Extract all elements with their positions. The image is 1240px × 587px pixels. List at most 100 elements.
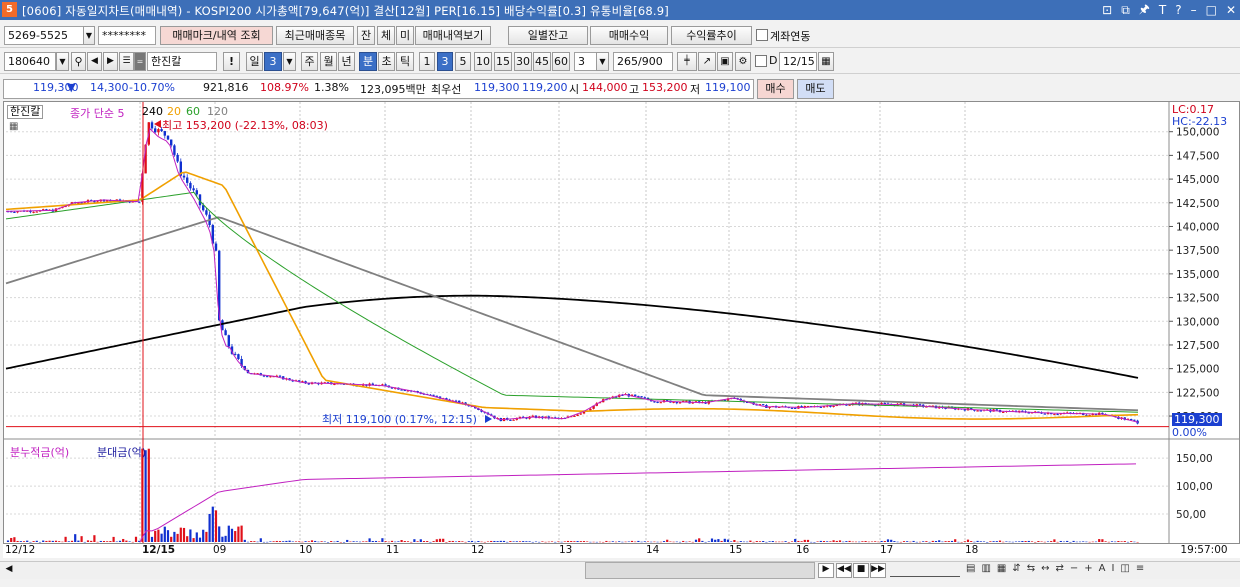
pin-icon[interactable]: 🖈 bbox=[1139, 0, 1150, 21]
stock-code-input[interactable]: 180640 bbox=[4, 52, 56, 71]
volume-bar bbox=[458, 541, 461, 542]
zoom-slider[interactable] bbox=[890, 564, 960, 577]
settings-icon[interactable]: ⚙ bbox=[735, 52, 751, 71]
volume-bar bbox=[848, 540, 851, 542]
minute-1-button[interactable]: 1 bbox=[419, 52, 435, 71]
date-field[interactable]: 12/15 bbox=[779, 52, 817, 71]
volume-bar bbox=[102, 540, 106, 542]
calendar-icon[interactable]: ▦ bbox=[818, 52, 834, 71]
candle-body bbox=[1133, 419, 1136, 421]
volume-bar bbox=[845, 541, 848, 542]
candle-body bbox=[400, 389, 403, 391]
account-link-checkbox[interactable] bbox=[756, 29, 768, 41]
chart-scrollbar[interactable]: ◀ ▶ ◀◀ ■ ▶▶ ▤▥▦⇵⇆↔⇄−+AⅠ◫≡ bbox=[0, 561, 1240, 579]
period-dropdown-icon[interactable]: ▼ bbox=[283, 52, 296, 71]
period-day-button[interactable]: 일 bbox=[246, 52, 263, 71]
minute-15-button[interactable]: 15 bbox=[494, 52, 512, 71]
minute-dropdown-icon[interactable]: ▼ bbox=[596, 52, 609, 71]
volume-bar bbox=[976, 540, 979, 542]
date-checkbox[interactable] bbox=[755, 55, 767, 67]
close-icon[interactable]: ✕ bbox=[1226, 3, 1236, 17]
volume-bar bbox=[550, 541, 554, 542]
chart-panel[interactable]: 120,000122,500125,000127,500130,000132,5… bbox=[3, 101, 1240, 545]
volume-bar bbox=[86, 540, 90, 542]
volume-bar bbox=[954, 539, 957, 542]
search-icon[interactable]: ⚲ bbox=[71, 52, 86, 71]
minute-5-button[interactable]: 5 bbox=[455, 52, 471, 71]
minimize-icon[interactable]: – bbox=[1191, 3, 1197, 17]
date-tick-label: 15 bbox=[729, 544, 743, 556]
date-tick-label: 16 bbox=[796, 544, 810, 556]
grid-icon[interactable]: ▦ bbox=[9, 121, 18, 132]
volume-bar bbox=[688, 541, 691, 542]
volume-bar bbox=[374, 540, 378, 542]
return-trend-button[interactable]: 수익률추이 bbox=[671, 26, 752, 45]
help-icon[interactable]: ? bbox=[1175, 3, 1181, 17]
trade-history-button[interactable]: 매매내역보기 bbox=[415, 26, 491, 45]
save-icon[interactable]: ▣ bbox=[717, 52, 733, 71]
period-minute-button[interactable]: 분 bbox=[359, 52, 377, 71]
volume-bar bbox=[861, 541, 864, 542]
date-tick-label: 09 bbox=[213, 544, 227, 556]
volume-bar bbox=[557, 541, 560, 542]
scroll-left-icon[interactable]: ◀ bbox=[2, 564, 16, 578]
trade-profit-button[interactable]: 매매수익 bbox=[590, 26, 668, 45]
bar-count-field[interactable]: 265/900 bbox=[613, 52, 673, 71]
period-tick-button[interactable]: 틱 bbox=[396, 52, 414, 71]
candle-type-icon[interactable]: ╪ bbox=[677, 52, 697, 71]
volume-bar bbox=[995, 541, 998, 542]
account-select[interactable]: 5269-5525 bbox=[4, 26, 94, 45]
volume-bar bbox=[874, 541, 877, 542]
prev-stock-icon[interactable]: ◀ bbox=[87, 52, 102, 71]
candle-body bbox=[176, 154, 179, 162]
minute-3-button[interactable]: 3 bbox=[437, 52, 453, 71]
market-icon[interactable]: = bbox=[134, 52, 146, 71]
unfilled-button[interactable]: 미 bbox=[396, 26, 414, 45]
code-dropdown-icon[interactable]: ▼ bbox=[56, 52, 69, 71]
maximize-icon[interactable]: □ bbox=[1206, 3, 1217, 17]
volume-bar bbox=[666, 539, 669, 542]
period-value[interactable]: 3 bbox=[264, 52, 282, 71]
password-field[interactable]: ******** bbox=[98, 26, 156, 45]
volume-bar bbox=[378, 541, 381, 542]
fast-forward-icon[interactable]: ▶▶ bbox=[870, 563, 886, 578]
restore-icon[interactable]: ⧉ bbox=[1121, 3, 1130, 18]
scroll-right-icon[interactable]: ▶ bbox=[818, 563, 834, 578]
period-year-button[interactable]: 년 bbox=[338, 52, 355, 71]
sell-button[interactable]: 매도 bbox=[797, 79, 834, 99]
volume-bar bbox=[1104, 541, 1107, 542]
volume-bar bbox=[749, 540, 752, 542]
period-month-button[interactable]: 월 bbox=[320, 52, 337, 71]
balance-button[interactable]: 잔 bbox=[357, 26, 375, 45]
minute-select[interactable]: 3 bbox=[574, 52, 598, 71]
account-dropdown-icon[interactable]: ▼ bbox=[83, 26, 95, 45]
volume-bar bbox=[1024, 541, 1027, 542]
volume-bar bbox=[870, 541, 874, 543]
rewind-icon[interactable]: ◀◀ bbox=[836, 563, 852, 578]
alert-icon[interactable]: ! bbox=[223, 52, 240, 71]
trade-amount: 123,095백만 bbox=[360, 83, 426, 96]
next-stock-icon[interactable]: ▶ bbox=[103, 52, 118, 71]
date-tick-label: 11 bbox=[386, 544, 400, 556]
minute-45-button[interactable]: 45 bbox=[533, 52, 551, 71]
minute-30-button[interactable]: 30 bbox=[514, 52, 532, 71]
recent-trades-button[interactable]: 최근매매종목 bbox=[276, 26, 354, 45]
font-icon[interactable]: T bbox=[1159, 3, 1166, 17]
filled-button[interactable]: 체 bbox=[377, 26, 395, 45]
buy-button[interactable]: 매수 bbox=[757, 79, 794, 99]
minute-60-button[interactable]: 60 bbox=[552, 52, 570, 71]
period-second-button[interactable]: 초 bbox=[378, 52, 395, 71]
stop-icon[interactable]: ■ bbox=[853, 563, 869, 578]
line-tool-icon[interactable]: ↗ bbox=[698, 52, 716, 71]
scroll-thumb[interactable] bbox=[585, 562, 815, 579]
screen-icon[interactable]: ⊡ bbox=[1102, 3, 1112, 17]
minute-10-button[interactable]: 10 bbox=[474, 52, 492, 71]
chart-tool-icons[interactable]: ▤▥▦⇵⇆↔⇄−+AⅠ◫≡ bbox=[966, 563, 1236, 578]
trade-mark-query-button[interactable]: 매매마크/내역 조회 bbox=[160, 26, 273, 45]
daily-balance-button[interactable]: 일별잔고 bbox=[508, 26, 588, 45]
candle-body bbox=[656, 401, 659, 403]
open-price: 144,000 bbox=[582, 81, 628, 94]
period-week-button[interactable]: 주 bbox=[301, 52, 318, 71]
stock-list-icon[interactable]: ☰ bbox=[119, 52, 134, 71]
price-chart[interactable]: 120,000122,500125,000127,500130,000132,5… bbox=[4, 102, 1239, 544]
